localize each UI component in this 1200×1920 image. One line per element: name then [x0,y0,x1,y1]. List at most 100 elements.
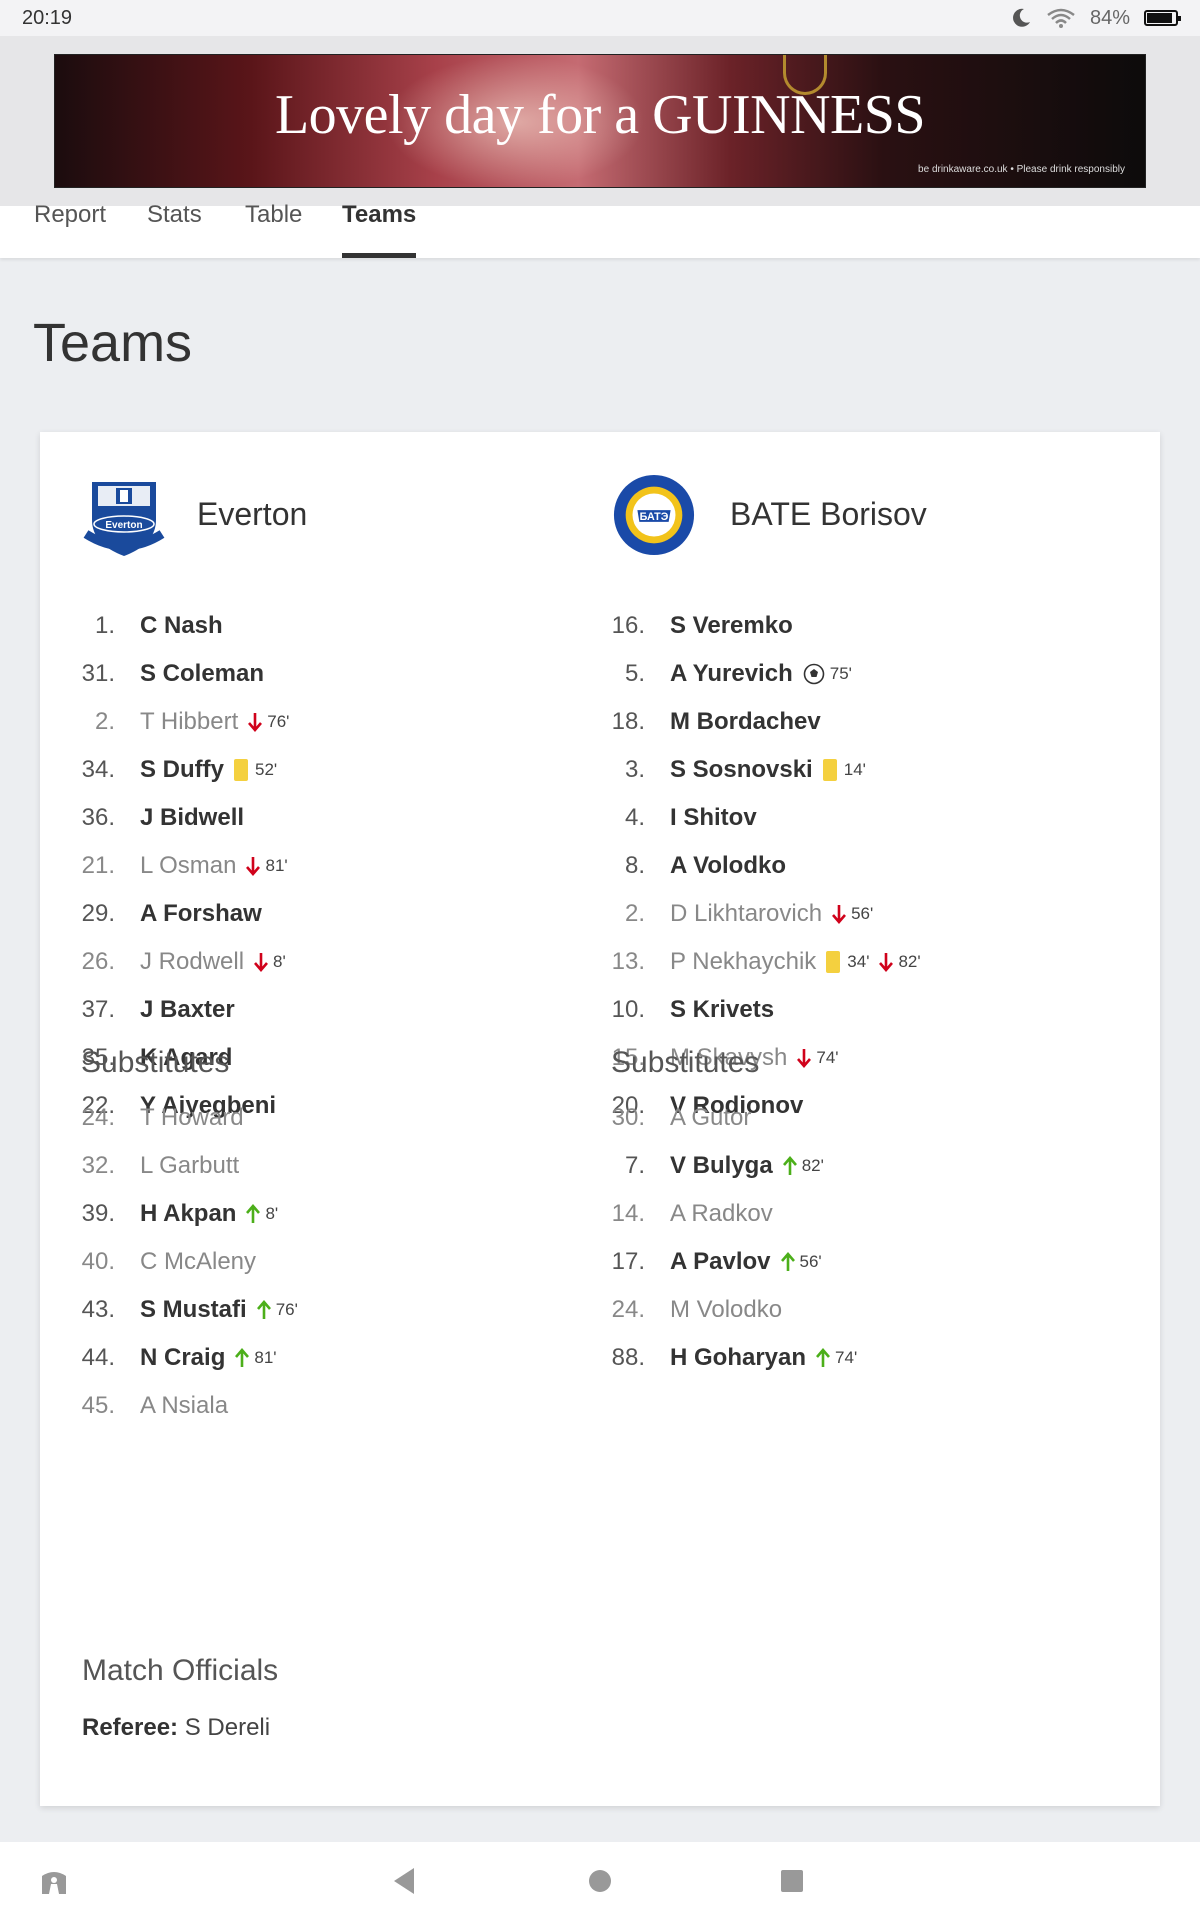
substitute-row[interactable]: 39. H Akpan 8' [40,1190,560,1238]
player-name: T Hibbert [140,708,239,735]
player-row[interactable]: 2. D Likhtarovich 56' [570,890,1090,938]
referee-label: Referee: [82,1714,179,1741]
player-row[interactable]: 16. S Veremko [570,602,1090,650]
shirt-number: 16. [611,612,645,639]
sub-on-arrow-icon [780,1252,795,1271]
player-name: A Nsiala [140,1392,229,1419]
shirt-number: 24. [81,1104,115,1131]
shirt-number: 5. [624,660,645,687]
substitute-row[interactable]: 43. S Mustafi 76' [40,1286,560,1334]
status-time: 20:19 [22,6,73,29]
substitute-row[interactable]: 45. A Nsiala [40,1382,560,1430]
player-name: A Forshaw [140,900,262,927]
shirt-number: 8. [624,852,645,879]
player-row[interactable]: 18. M Bordachev [570,698,1090,746]
player-row[interactable]: 29. A Forshaw [40,890,560,938]
player-name: T Howard [140,1104,244,1131]
player-row[interactable]: 36. J Bidwell [40,794,560,842]
tab-report[interactable]: Report [34,203,106,258]
sub-off-event: 76' [248,712,289,732]
event-minute: 8' [273,952,286,971]
player-row[interactable]: 31. S Coleman [40,650,560,698]
player-name: C McAleny [140,1248,257,1275]
player-name: A Pavlov [670,1248,771,1275]
sub-on-arrow-icon [782,1156,797,1175]
player-name: A Yurevich [670,660,793,687]
player-row[interactable]: 26. J Rodwell 8' [40,938,560,986]
player-row[interactable]: 5. A Yurevich 75' [570,650,1090,698]
yellow-card-icon [822,759,837,781]
substitute-row[interactable]: 88. H Goharyan 74' [570,1334,1090,1382]
shirt-number: 39. [81,1200,115,1227]
sub-on-arrow-icon [256,1300,271,1319]
home-icon[interactable] [588,1866,612,1896]
yellow-event: 34' [826,951,869,973]
battery-percent: 84% [1089,6,1130,29]
substitute-row[interactable]: 30. A Gutor [570,1094,1090,1142]
teams-card: Everton Everton 1. C Nash 31. S Coleman 2. T … [40,432,1160,1806]
substitute-row[interactable]: 7. V Bulyga 82' [570,1142,1090,1190]
back-icon[interactable] [392,1866,418,1896]
player-row[interactable]: 34. S Duffy 52' [40,746,560,794]
player-row[interactable]: 10. S Krivets [570,986,1090,1034]
player-name: N Craig [140,1344,226,1371]
event-minute: 81' [265,856,288,875]
player-name: A Gutor [670,1104,752,1131]
tab-teams[interactable]: Teams [342,203,417,258]
shirt-number: 40. [81,1248,115,1275]
sub-on-event: 76' [256,1300,298,1320]
player-row[interactable]: 2. T Hibbert 76' [40,698,560,746]
event-minute: 82' [898,952,921,971]
shirt-number: 2. [624,900,645,927]
player-row[interactable]: 4. I Shitov [570,794,1090,842]
event-minute: 76' [275,1300,298,1319]
player-row[interactable]: 1. C Nash [40,602,560,650]
sub-off-arrow-icon [248,713,263,732]
shirt-number: 34. [81,756,115,783]
svg-text:Everton: Everton [105,520,142,531]
shirt-number: 44. [81,1344,115,1371]
substitute-row[interactable]: 32. L Garbutt [40,1142,560,1190]
sub-on-arrow-icon [246,1204,261,1223]
guinness-ad-banner[interactable]: Lovely day for a GUINNESS be drinkaware.… [54,54,1146,188]
player-row[interactable]: 21. L Osman 81' [40,842,560,890]
home-subs: 24. T Howard 32. L Garbutt 39. H Akpan 8' 40. C … [40,1094,560,1430]
substitute-row[interactable]: 40. C McAleny [40,1238,560,1286]
shirt-number: 21. [81,852,115,879]
shirt-number: 31. [81,660,115,687]
substitute-row[interactable]: 17. A Pavlov 56' [570,1238,1090,1286]
shirt-number: 10. [611,996,645,1023]
battery-icon [1144,10,1181,26]
player-row[interactable]: 37. J Baxter [40,986,560,1034]
ad-small-print: be drinkaware.co.uk • Please drink respo… [918,164,1125,175]
shirt-number: 14. [611,1200,645,1227]
player-name: C Nash [140,612,223,639]
substitute-row[interactable]: 24. T Howard [40,1094,560,1142]
player-row[interactable]: 13. P Nekhaychik 34' 82' [570,938,1090,986]
player-name: S Krivets [670,996,775,1023]
sub-on-arrow-icon [235,1348,250,1367]
officials-title: Match Officials [82,1654,279,1687]
substitute-row[interactable]: 24. M Volodko [570,1286,1090,1334]
accessibility-icon[interactable] [38,1866,70,1898]
player-row[interactable]: 3. S Sosnovski 14' [570,746,1090,794]
event-minute: 74' [835,1348,858,1367]
player-row[interactable]: 8. A Volodko [570,842,1090,890]
yellow-card-icon [234,759,248,781]
shirt-number: 7. [624,1152,645,1179]
player-name: H Goharyan [670,1344,807,1371]
substitute-row[interactable]: 44. N Craig 81' [40,1334,560,1382]
tab-table[interactable]: Table [245,203,302,258]
event-minute: 82' [801,1156,824,1175]
tab-stats[interactable]: Stats [147,203,202,258]
goal-ball-icon [803,663,825,685]
recents-icon[interactable] [780,1866,804,1896]
substitute-row[interactable]: 14. A Radkov [570,1190,1090,1238]
player-name: S Duffy [140,756,224,783]
player-name: J Baxter [140,996,235,1023]
player-name: J Rodwell [140,948,245,975]
sub-off-arrow-icon [879,953,894,972]
player-name: S Veremko [670,612,793,639]
away-subs-title: Substitutes [611,1046,760,1079]
shirt-number: 13. [611,948,645,975]
